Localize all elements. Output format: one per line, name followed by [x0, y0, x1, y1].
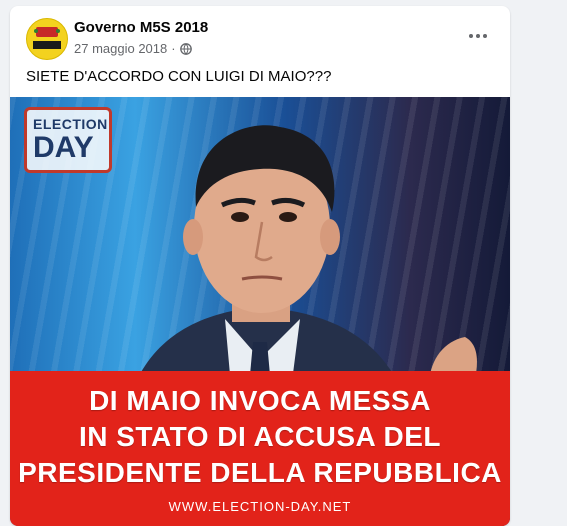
post-header: Governo M5S 2018 27 maggio 2018 · — [10, 6, 510, 66]
logo-text-bottom: DAY — [33, 131, 94, 164]
more-options-icon — [469, 34, 473, 38]
headline-line-1: DI MAIO INVOCA MESSA — [89, 385, 431, 416]
logo-text-top: ELECTION — [33, 116, 108, 132]
headline-line-3: PRESIDENTE DELLA REPUBBLICA — [18, 457, 502, 488]
election-day-logo: ELECTION DAY — [24, 107, 112, 173]
website-url: WWW.ELECTION-DAY.NET — [168, 499, 352, 514]
post-text: SIETE D'ACCORDO CON LUIGI DI MAIO??? — [26, 68, 332, 85]
post-card: Governo M5S 2018 27 maggio 2018 · SIETE … — [10, 6, 510, 526]
globe-icon — [179, 42, 192, 55]
page-avatar[interactable] — [26, 18, 68, 60]
headline-banner: DI MAIO INVOCA MESSA IN STATO DI ACCUSA … — [10, 371, 510, 526]
page-name-link[interactable]: Governo M5S 2018 — [74, 19, 208, 36]
meta-separator: · — [171, 41, 176, 56]
headline-line-2: IN STATO DI ACCUSA DEL — [78, 421, 442, 452]
post-image[interactable]: ELECTION DAY DI MAIO INVOCA MESSA IN STA… — [10, 97, 510, 526]
post-meta: 27 maggio 2018 · — [74, 41, 192, 56]
more-options-button[interactable] — [462, 24, 494, 48]
post-date[interactable]: 27 maggio 2018 — [74, 41, 167, 56]
